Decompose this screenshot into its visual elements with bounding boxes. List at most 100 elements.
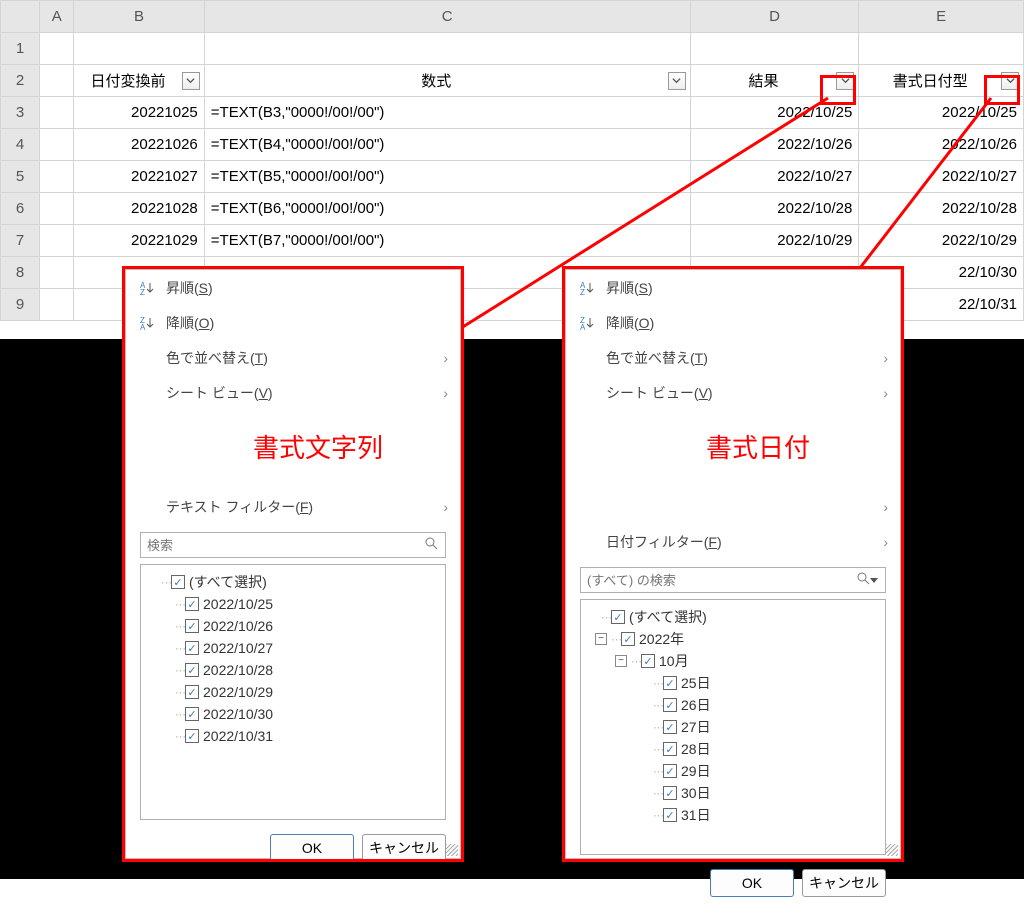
filter-values-tree[interactable]: ⋯✓(すべて選択) ⋯✓2022/10/25 ⋯✓2022/10/26 ⋯✓20… (140, 564, 446, 820)
col-header-a[interactable]: A (40, 1, 74, 33)
cancel-button[interactable]: キャンセル (362, 834, 446, 862)
chevron-right-icon: › (443, 499, 448, 515)
col-header-c[interactable]: C (204, 1, 690, 33)
col-header-b[interactable]: B (74, 1, 205, 33)
checkbox[interactable]: ✓ (185, 597, 199, 611)
checkbox[interactable]: ✓ (663, 786, 677, 800)
cell[interactable]: =TEXT(B4,"0000!/00!/00") (204, 129, 690, 161)
checkbox[interactable]: ✓ (185, 707, 199, 721)
cell[interactable]: 2022/10/29 (690, 225, 859, 257)
filter-values-tree[interactable]: ⋯✓(すべて選択) −⋯✓2022年 −⋯✓10月 ⋯✓25日 ⋯✓26日 ⋯✓… (580, 599, 886, 855)
filter-day: 28日 (681, 739, 711, 759)
cell[interactable]: 20221028 (74, 193, 205, 225)
checkbox[interactable]: ✓ (663, 676, 677, 690)
collapse-icon[interactable]: − (615, 655, 627, 667)
cell[interactable]: 20221027 (74, 161, 205, 193)
filter-search-input[interactable] (580, 567, 886, 593)
search-icon (856, 571, 870, 588)
row-header[interactable]: 5 (1, 161, 40, 193)
cell[interactable]: 2022/10/27 (690, 161, 859, 193)
sort-asc-icon: AZ (140, 280, 166, 296)
filter-button[interactable] (668, 72, 686, 90)
sort-descending[interactable]: ZA 降順(O) (566, 305, 900, 340)
checkbox[interactable]: ✓ (185, 641, 199, 655)
sheet-view[interactable]: シート ビュー(V)› (566, 375, 900, 410)
cell[interactable]: 20221025 (74, 97, 205, 129)
sort-asc-icon: AZ (580, 280, 606, 296)
sort-ascending[interactable]: AZ 昇順(S) (566, 270, 900, 305)
sheet-view[interactable]: シート ビュー(V)› (126, 375, 460, 410)
checkbox[interactable]: ✓ (621, 632, 635, 646)
date-filter[interactable]: 日付フィルター(F)› (566, 524, 900, 559)
sort-descending[interactable]: ZA 降順(O) (126, 305, 460, 340)
text-filter[interactable]: テキスト フィルター(F)› (126, 489, 460, 524)
checkbox[interactable]: ✓ (611, 610, 625, 624)
cell[interactable]: =TEXT(B6,"0000!/00!/00") (204, 193, 690, 225)
header-label: 書式日付型 (863, 70, 997, 91)
row-header[interactable]: 6 (1, 193, 40, 225)
filter-button[interactable] (836, 72, 854, 90)
svg-text:Z: Z (140, 288, 145, 296)
col-header-e[interactable]: E (859, 1, 1024, 33)
cell[interactable]: 2022/10/26 (690, 129, 859, 161)
checkbox[interactable]: ✓ (641, 654, 655, 668)
row-header[interactable]: 3 (1, 97, 40, 129)
cell[interactable]: 2022/10/29 (859, 225, 1024, 257)
sort-ascending[interactable]: AZ 昇順(S) (126, 270, 460, 305)
cell[interactable]: 20221026 (74, 129, 205, 161)
cell[interactable]: 2022/10/28 (690, 193, 859, 225)
chevron-right-icon: › (443, 385, 448, 401)
filter-month: 10月 (659, 651, 689, 671)
checkbox[interactable]: ✓ (663, 698, 677, 712)
row-header[interactable]: 7 (1, 225, 40, 257)
cell[interactable]: 2022/10/28 (859, 193, 1024, 225)
cell[interactable]: 2022/10/25 (690, 97, 859, 129)
cell[interactable]: =TEXT(B3,"0000!/00!/00") (204, 97, 690, 129)
select-all-label: (すべて選択) (189, 572, 267, 592)
checkbox[interactable]: ✓ (185, 663, 199, 677)
search-icon (424, 536, 438, 553)
checkbox[interactable]: ✓ (185, 685, 199, 699)
cell[interactable]: 2022/10/25 (859, 97, 1024, 129)
header-label: 結果 (695, 70, 833, 91)
cell[interactable]: 2022/10/26 (859, 129, 1024, 161)
svg-text:A: A (140, 323, 146, 331)
cell[interactable]: 2022/10/27 (859, 161, 1024, 193)
checkbox[interactable]: ✓ (185, 729, 199, 743)
checkbox[interactable]: ✓ (663, 720, 677, 734)
chevron-right-icon: › (883, 499, 888, 515)
cell[interactable]: =TEXT(B7,"0000!/00!/00") (204, 225, 690, 257)
cell[interactable]: =TEXT(B5,"0000!/00!/00") (204, 161, 690, 193)
ok-button[interactable]: OK (710, 869, 794, 897)
sort-by-color[interactable]: 色で並べ替え(T)› (566, 340, 900, 375)
autofilter-menu-left: AZ 昇順(S) ZA 降順(O) 色で並べ替え(T)› シート ビュー(V)›… (125, 269, 461, 859)
checkbox[interactable]: ✓ (171, 575, 185, 589)
dropdown-icon[interactable] (870, 578, 878, 583)
row-header[interactable]: 9 (1, 289, 40, 321)
checkbox[interactable]: ✓ (663, 808, 677, 822)
sort-by-color[interactable]: 色で並べ替え(T)› (126, 340, 460, 375)
col-header-d[interactable]: D (690, 1, 859, 33)
cell[interactable]: 20221029 (74, 225, 205, 257)
cancel-button[interactable]: キャンセル (802, 869, 886, 897)
row-header[interactable]: 4 (1, 129, 40, 161)
checkbox[interactable]: ✓ (185, 619, 199, 633)
resize-grip[interactable] (446, 844, 458, 856)
filter-button[interactable] (182, 72, 200, 90)
select-all-cell[interactable] (1, 1, 40, 33)
checkbox[interactable]: ✓ (663, 742, 677, 756)
resize-grip[interactable] (886, 844, 898, 856)
filter-button[interactable] (1001, 72, 1019, 90)
filter-year: 2022年 (639, 629, 684, 649)
filter-search-input[interactable] (140, 532, 446, 558)
ok-button[interactable]: OK (270, 834, 354, 862)
collapse-icon[interactable]: − (595, 633, 607, 645)
checkbox[interactable]: ✓ (663, 764, 677, 778)
row-header[interactable]: 1 (1, 33, 40, 65)
filter-day: 25日 (681, 673, 711, 693)
row-header[interactable]: 8 (1, 257, 40, 289)
filter-item: 2022/10/28 (203, 662, 273, 678)
blank-menu-item[interactable]: › (566, 489, 900, 524)
filter-day: 30日 (681, 783, 711, 803)
row-header[interactable]: 2 (1, 65, 40, 97)
